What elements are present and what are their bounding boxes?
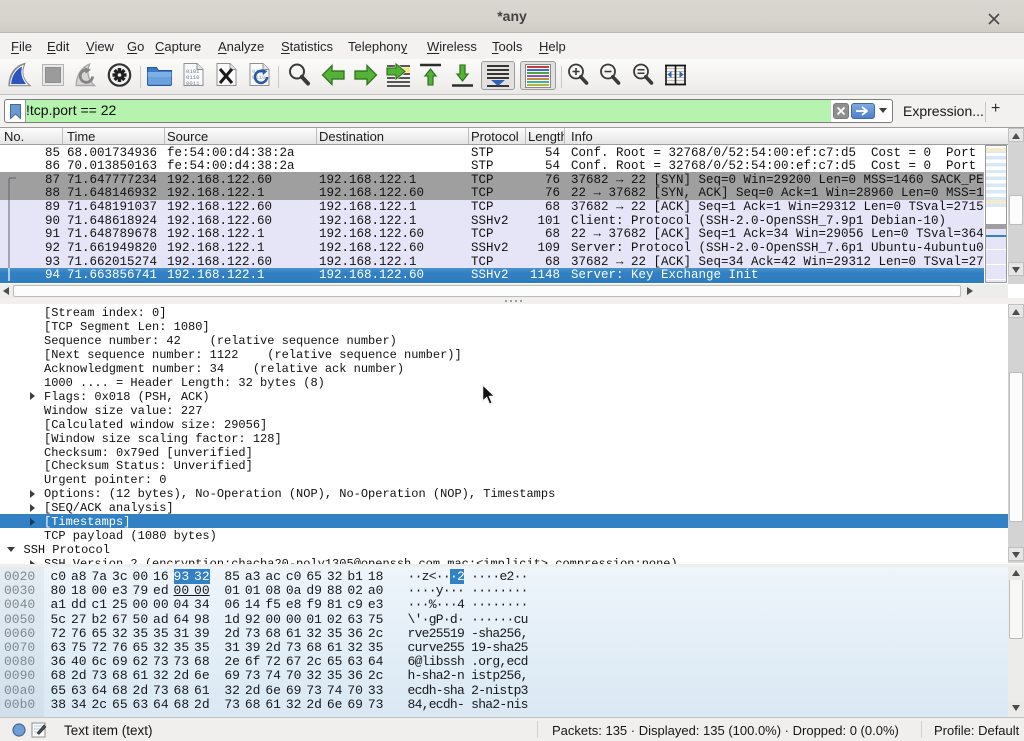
svg-text:0011: 0011 xyxy=(186,80,200,87)
